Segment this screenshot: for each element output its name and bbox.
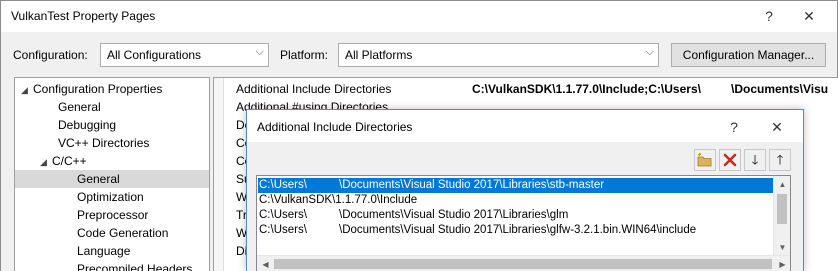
platform-label: Platform:: [280, 48, 329, 62]
list-item[interactable]: C:\Users\ \Documents\Visual Studio 2017\L…: [258, 223, 774, 238]
arrow-up-icon: 🡑: [776, 152, 784, 167]
window-title: VulkanTest Property Pages: [11, 9, 156, 23]
move-up-button[interactable]: 🡑: [769, 149, 791, 171]
tree-item-optimization[interactable]: Optimization: [77, 188, 144, 206]
chevron-down-icon: ⌵: [645, 46, 654, 58]
dialog-title-bar: Additional Include Directories ? ✕: [247, 110, 803, 142]
new-line-button[interactable]: [694, 149, 716, 171]
close-button[interactable]: ✕: [791, 5, 827, 27]
dialog-title: Additional Include Directories: [257, 120, 413, 134]
chevron-down-icon: ⌵: [255, 46, 264, 58]
folder-new-icon: [697, 153, 712, 167]
configuration-label: Configuration:: [13, 48, 88, 62]
arrow-down-icon: 🡓: [751, 152, 759, 167]
include-directories-dialog: Additional Include Directories ? ✕ 🡓 🡑 C…: [246, 109, 804, 271]
tree-item-code-generation[interactable]: Code Generation: [77, 224, 168, 242]
tree-item-debugging[interactable]: Debugging: [58, 116, 116, 134]
list-item[interactable]: C:\Users\ \Documents\Visual Studio 2017\L…: [258, 178, 774, 193]
configuration-value: All Configurations: [107, 48, 202, 62]
property-value[interactable]: C:\VulkanSDK\1.1.77.0\Include;C:\Users\: [472, 80, 701, 98]
tree-item-preprocessor[interactable]: Preprocessor: [77, 206, 148, 224]
expanded-triangle-icon[interactable]: ◢: [40, 153, 52, 171]
property-value-continued[interactable]: \Documents\Visu: [731, 80, 828, 98]
tree-item-configuration-properties[interactable]: ◢ Configuration Properties: [21, 80, 162, 98]
help-button[interactable]: ?: [751, 5, 787, 27]
tree-item-general[interactable]: General: [58, 98, 101, 116]
move-down-button[interactable]: 🡓: [744, 149, 766, 171]
dialog-close-button[interactable]: ✕: [762, 116, 792, 138]
directories-list[interactable]: C:\Users\ \Documents\Visual Studio 2017\L…: [256, 175, 791, 271]
configuration-select[interactable]: All Configurations ⌵: [100, 43, 269, 67]
grid-gutter: [214, 78, 224, 271]
tree-item-vc-directories[interactable]: VC++ Directories: [58, 134, 149, 152]
property-name[interactable]: Additional Include Directories: [236, 80, 391, 98]
tree-item-precompiled-headers[interactable]: Precompiled Headers: [77, 260, 192, 271]
list-item[interactable]: C:\Users\ \Documents\Visual Studio 2017\L…: [258, 208, 774, 223]
vertical-scroll-thumb[interactable]: [777, 194, 787, 224]
scroll-up-arrow-icon[interactable]: ▲: [774, 176, 790, 193]
dialog-help-button[interactable]: ?: [719, 116, 749, 138]
platform-select[interactable]: All Platforms ⌵: [338, 43, 659, 67]
platform-value: All Platforms: [345, 48, 413, 62]
tree-item-language[interactable]: Language: [77, 242, 130, 260]
horizontal-scroll-thumb[interactable]: [274, 259, 772, 269]
scroll-down-arrow-icon[interactable]: ▼: [774, 239, 790, 256]
vertical-scrollbar[interactable]: ▲ ▼: [773, 176, 790, 256]
horizontal-scrollbar[interactable]: ◀ ▶: [257, 255, 790, 271]
tree-item-cpp-general[interactable]: General: [15, 170, 209, 188]
title-bar: VulkanTest Property Pages ? ✕: [1, 1, 837, 32]
list-item[interactable]: C:\VulkanSDK\1.1.77.0\Include: [258, 193, 774, 208]
delete-icon: [723, 153, 737, 167]
scroll-right-arrow-icon[interactable]: ▶: [774, 256, 790, 271]
settings-tree[interactable]: ◢ Configuration Properties General Debugg…: [14, 77, 210, 271]
tree-item-c-cpp[interactable]: ◢ C/C++: [40, 152, 87, 170]
scroll-left-arrow-icon[interactable]: ◀: [257, 256, 274, 271]
configuration-manager-button[interactable]: Configuration Manager...: [671, 43, 826, 67]
delete-button[interactable]: [719, 149, 741, 171]
expanded-triangle-icon[interactable]: ◢: [21, 81, 33, 99]
